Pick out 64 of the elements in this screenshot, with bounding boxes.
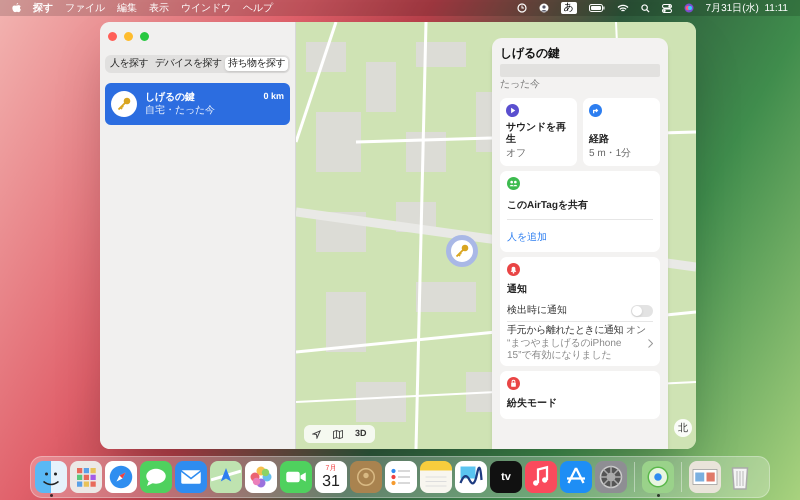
action-status: オフ xyxy=(506,148,526,160)
action-label: サウンドを再生 xyxy=(506,122,567,146)
item-distance: 0 km xyxy=(263,90,284,103)
wifi-icon[interactable] xyxy=(616,4,629,12)
input-mode-indicator[interactable]: あ xyxy=(560,2,577,14)
menu-bar-clock[interactable]: 7月31日(水) 11:11 xyxy=(706,0,788,16)
clock-icon[interactable] xyxy=(516,3,527,13)
music-note-icon[interactable] xyxy=(525,461,557,493)
control-center-icon[interactable] xyxy=(662,4,672,12)
chevron-right-icon xyxy=(648,339,653,348)
setting-value: オン xyxy=(626,325,646,337)
radar-icon[interactable] xyxy=(642,461,674,493)
item-name: しげるの鍵 xyxy=(145,91,196,104)
bell-icon xyxy=(507,263,520,276)
add-person-link[interactable]: 人を追加 xyxy=(507,232,547,243)
notifications-title: 通知 xyxy=(507,282,528,297)
item-row[interactable]: しげるの鍵 自宅・たった今 0 km xyxy=(105,83,290,125)
menu-item[interactable]: ヘルプ xyxy=(243,0,273,16)
speech-bubble-icon[interactable] xyxy=(140,461,172,493)
toggle-label: 検出時に通知 xyxy=(507,304,567,318)
action-label: 経路 xyxy=(589,134,609,146)
item-title: しげるの鍵 xyxy=(500,46,561,61)
play-sound-tile[interactable]: サウンドを再生 オフ xyxy=(500,98,577,166)
checklist-icon[interactable] xyxy=(385,461,417,493)
directions-tile[interactable]: 経路 5 m・1分 xyxy=(583,98,660,166)
notepad-icon[interactable] xyxy=(420,461,452,493)
tab[interactable]: 人を探す xyxy=(107,57,151,71)
compass-icon[interactable] xyxy=(105,461,137,493)
menu-item[interactable]: ウインドウ xyxy=(181,0,231,16)
share-title: このAirTagを共有 xyxy=(507,198,589,213)
flower-icon[interactable] xyxy=(245,461,277,493)
setting-label: 手元から離れたときに通知 xyxy=(507,325,624,337)
smiling-face-icon[interactable] xyxy=(35,461,67,493)
map-mode-button[interactable] xyxy=(333,430,343,438)
updated-time: たった今 xyxy=(500,79,541,91)
play-icon xyxy=(506,104,519,117)
people-icon xyxy=(507,177,520,190)
scribble-icon[interactable] xyxy=(455,461,487,493)
setting-note: “まつやましげるのiPhone 15”で有効になりました xyxy=(507,338,622,362)
envelope-icon[interactable] xyxy=(175,461,207,493)
lock-icon xyxy=(507,377,520,390)
person-icon[interactable] xyxy=(538,3,549,13)
video-camera-icon[interactable] xyxy=(280,461,312,493)
menu-item[interactable]: 表示 xyxy=(149,0,169,16)
lost-mode-title: 紛失モード xyxy=(507,396,558,411)
battery-icon[interactable] xyxy=(588,4,605,12)
folder-stack-icon[interactable] xyxy=(689,461,721,493)
toggle-switch[interactable] xyxy=(631,304,653,316)
tv-app-icon[interactable]: tv xyxy=(490,461,522,493)
app-store-icon[interactable] xyxy=(560,461,592,493)
view-3d-button[interactable]: 3D xyxy=(355,427,367,441)
location-arrow-button[interactable] xyxy=(312,430,321,438)
key-icon xyxy=(455,244,469,258)
item-detail: 自宅・たった今 xyxy=(145,104,216,117)
action-status: 5 m・1分 xyxy=(589,148,632,160)
tab[interactable]: 持ち物を探す xyxy=(225,57,288,71)
tab[interactable]: デバイスを探す xyxy=(152,57,224,71)
key-icon xyxy=(117,97,131,111)
apple-logo-icon[interactable] xyxy=(12,3,21,13)
gear-icon[interactable] xyxy=(595,461,627,493)
close-window-button[interactable] xyxy=(108,32,117,41)
siri-icon[interactable] xyxy=(684,3,694,13)
separation-alert-row[interactable]: 手元から離れたときに通知 オン “まつやましげるのiPhone 15”で有効になりました xyxy=(507,322,653,362)
search-icon[interactable] xyxy=(640,4,650,12)
